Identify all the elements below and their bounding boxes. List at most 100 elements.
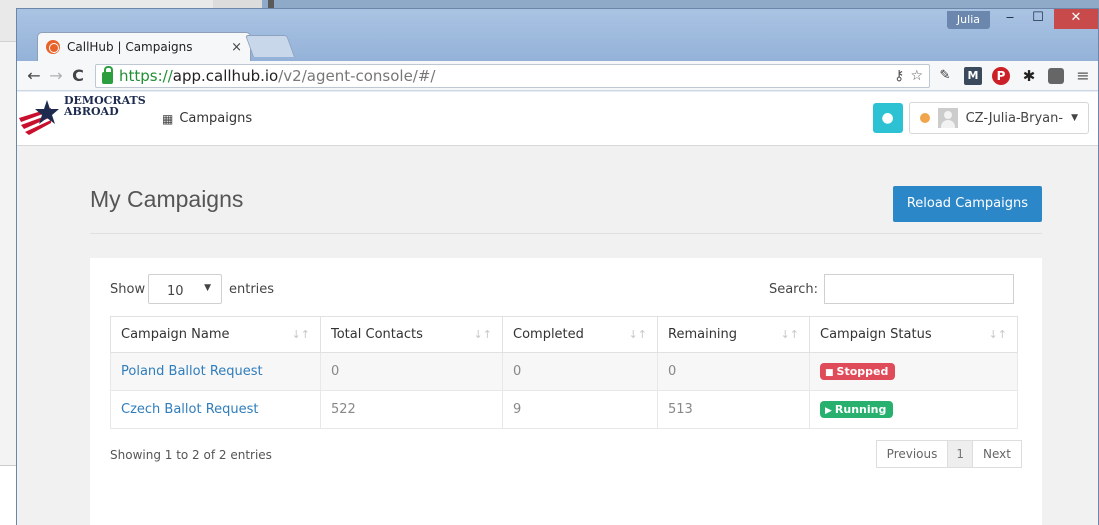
back-arrow-icon[interactable]: ← (23, 66, 45, 85)
col-label: Completed (513, 327, 584, 342)
col-label: Campaign Name (121, 327, 230, 342)
globe-icon: ● (881, 110, 894, 126)
col-label: Total Contacts (331, 327, 423, 342)
previous-button[interactable]: Previous (875, 440, 949, 468)
browser-tab[interactable]: CallHub | Campaigns × (37, 32, 251, 61)
gear-extension-icon[interactable]: ✱ (1020, 67, 1038, 85)
total-contacts-cell: 0 (320, 352, 503, 391)
table-row: Poland Ballot Request 0 0 0 ■ Stopped (110, 352, 1018, 391)
gmail-extension-icon[interactable]: M (964, 66, 982, 85)
tab-close-icon[interactable]: × (231, 40, 242, 55)
select-arrow-icon: ▼ (204, 283, 211, 293)
web-page: DEMOCRATS ABROAD ▦ Campaigns ● CZ-Julia-… (17, 92, 1098, 525)
nav-campaigns-link[interactable]: ▦ Campaigns (162, 111, 252, 126)
logo-line1: DEMOCRATS (64, 93, 146, 107)
sort-icon: ↓↑ (988, 328, 1007, 341)
table-info: Showing 1 to 2 of 2 entries (110, 448, 272, 462)
url-scheme: https:// (119, 66, 173, 85)
page-header: My Campaigns Reload Campaigns (90, 146, 1042, 234)
remaining-cell: 513 (657, 390, 810, 429)
entries-label: entries (229, 282, 275, 297)
chrome-menu-icon[interactable]: ≡ (1074, 66, 1092, 85)
new-tab-button[interactable] (244, 35, 296, 57)
status-text: Stopped (836, 365, 889, 378)
col-total-contacts[interactable]: Total Contacts ↓↑ (320, 316, 503, 353)
callhub-favicon-icon (46, 40, 60, 54)
status-cell: ▶ Running (809, 390, 1018, 429)
url-host: app.callhub.io (172, 66, 279, 85)
campaign-link[interactable]: Poland Ballot Request (121, 364, 263, 379)
nav-campaigns-label: Campaigns (179, 111, 253, 126)
chevron-down-icon: ▼ (1071, 113, 1078, 123)
url-path: /v2/agent-console/#/ (278, 66, 436, 85)
table-grid-icon: ▦ (162, 111, 174, 126)
forward-arrow-icon[interactable]: → (45, 66, 67, 85)
status-badge: ■ Stopped (820, 363, 896, 380)
col-completed[interactable]: Completed ↓↑ (502, 316, 658, 353)
status-text: Running (834, 403, 887, 416)
browser-window: CallHub | Campaigns × Julia ‒ ☐ ✕ ← → C … (16, 8, 1099, 525)
col-remaining[interactable]: Remaining ↓↑ (657, 316, 810, 353)
campaign-name-cell: Czech Ballot Request (110, 390, 321, 429)
col-label: Remaining (668, 327, 738, 342)
background-window-footer (0, 465, 16, 525)
reload-campaigns-button[interactable]: Reload Campaigns (892, 186, 1042, 222)
completed-cell: 0 (502, 352, 658, 391)
democrats-abroad-logo[interactable]: DEMOCRATS ABROAD (17, 92, 152, 146)
main-content: My Campaigns Reload Campaigns Show 10 ▼ … (90, 146, 1042, 525)
col-label: Campaign Status (820, 327, 932, 342)
profile-badge[interactable]: Julia (946, 11, 990, 29)
col-campaign-name[interactable]: Campaign Name ↓↑ (110, 316, 321, 353)
app-navbar: DEMOCRATS ABROAD ▦ Campaigns ● CZ-Julia-… (17, 92, 1098, 146)
campaigns-table: Campaign Name ↓↑ Total Contacts ↓↑ Complet… (110, 316, 1018, 429)
bookmark-star-icon[interactable]: ☆ (910, 68, 923, 84)
status-badge: ▶ Running (820, 401, 894, 418)
sort-icon: ↓↑ (473, 328, 492, 341)
user-name: CZ-Julia-Bryan- (965, 110, 1064, 126)
logo-line2: ABROAD (64, 104, 119, 118)
avatar-icon (937, 108, 958, 128)
next-button[interactable]: Next (973, 440, 1022, 468)
maximize-icon[interactable]: ☐ (1024, 9, 1052, 29)
table-controls: Show 10 ▼ entries Search: (110, 274, 1014, 304)
campaign-name-cell: Poland Ballot Request (110, 352, 321, 391)
lock-icon (102, 65, 113, 84)
show-label: Show (110, 282, 146, 297)
remaining-cell: 0 (657, 352, 810, 391)
campaigns-panel: Show 10 ▼ entries Search: Campaign Name ↓… (90, 258, 1042, 525)
pagination: Previous 1 Next (875, 440, 1022, 468)
status-cell: ■ Stopped (809, 352, 1018, 391)
sort-icon: ↓↑ (780, 328, 799, 341)
minimize-icon[interactable]: ‒ (996, 9, 1024, 29)
eyedropper-extension-icon[interactable]: ✎ (936, 67, 954, 85)
page-1-button[interactable]: 1 (948, 440, 974, 468)
entries-select[interactable]: 10 ▼ (148, 274, 222, 304)
page-title: My Campaigns (90, 186, 244, 212)
square-extension-icon[interactable] (1048, 67, 1064, 84)
pinterest-extension-icon[interactable]: P (992, 66, 1010, 85)
browser-toolbar: ← → C https://app.callhub.io/v2/agent-co… (17, 61, 1098, 91)
key-icon[interactable]: ⚷ (894, 68, 904, 84)
search-label: Search: (768, 282, 818, 297)
table-header-row: Campaign Name ↓↑ Total Contacts ↓↑ Complet… (110, 316, 1018, 353)
close-window-icon[interactable]: ✕ (1054, 9, 1098, 29)
globe-button[interactable]: ● (872, 103, 903, 133)
play-icon: ▶ (825, 406, 832, 416)
status-dot-icon (919, 113, 930, 123)
flag-star-logo-icon (19, 99, 59, 135)
tab-title: CallHub | Campaigns (67, 40, 193, 54)
sort-icon: ↓↑ (291, 328, 310, 341)
total-contacts-cell: 522 (320, 390, 503, 429)
entries-value: 10 (167, 284, 184, 299)
sort-icon: ↓↑ (628, 328, 647, 341)
browser-titlebar: CallHub | Campaigns × Julia ‒ ☐ ✕ (17, 9, 1098, 61)
search-input[interactable] (824, 274, 1014, 304)
table-row: Czech Ballot Request 522 9 513 ▶ Running (110, 390, 1018, 429)
address-bar[interactable]: https://app.callhub.io/v2/agent-console/… (95, 63, 930, 88)
col-campaign-status[interactable]: Campaign Status ↓↑ (809, 316, 1018, 353)
completed-cell: 9 (502, 390, 658, 429)
user-dropdown[interactable]: CZ-Julia-Bryan- ▼ (908, 102, 1089, 134)
reload-icon[interactable]: C (67, 66, 89, 85)
campaign-link[interactable]: Czech Ballot Request (121, 402, 259, 417)
stop-icon: ■ (825, 368, 834, 378)
